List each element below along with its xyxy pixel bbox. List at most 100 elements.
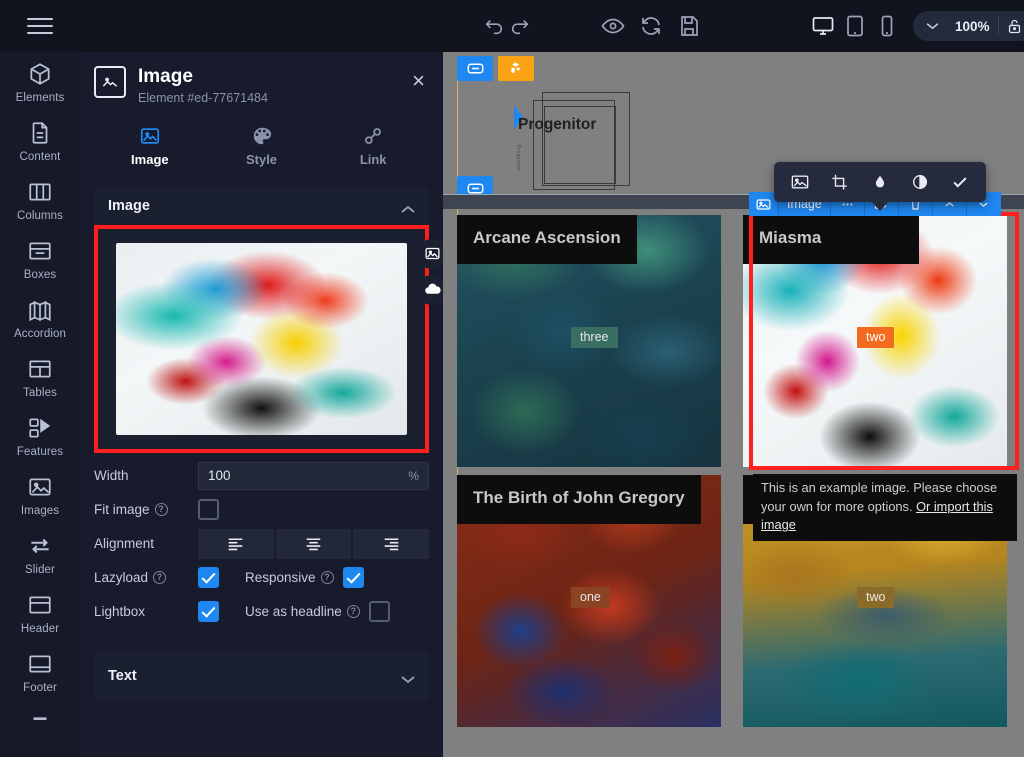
chevron-down-icon[interactable] [917, 17, 947, 35]
section-text-header[interactable]: Text [94, 651, 429, 701]
responsive-label: Responsive [245, 570, 316, 585]
blur-icon[interactable] [860, 162, 900, 202]
sidebar-item-content[interactable]: Content [0, 111, 80, 170]
sidebar-item-accordion[interactable]: Accordion [0, 288, 80, 347]
device-mobile-button[interactable] [875, 0, 899, 52]
responsive-label-group: Responsive ? [245, 570, 334, 585]
close-panel-button[interactable]: × [410, 66, 427, 96]
reload-button[interactable] [639, 0, 663, 52]
sidebar-item-more[interactable] [0, 701, 80, 747]
use-as-headline-checkbox[interactable] [369, 601, 390, 622]
alignment-segmented-control [198, 529, 429, 559]
confirm-check-icon[interactable] [940, 162, 980, 202]
device-tablet-button[interactable] [843, 0, 867, 52]
image-caption: This is an example image. Please choose … [753, 474, 1017, 541]
sidebar-item-boxes[interactable]: Boxes [0, 229, 80, 288]
menu-toggle-button[interactable] [0, 0, 80, 52]
card-birth-of-john-gregory[interactable]: The Birth of John Gregory one [457, 475, 721, 727]
width-unit-label: % [408, 469, 419, 483]
section-text: Text [94, 651, 429, 701]
redo-button[interactable] [509, 0, 531, 52]
help-icon[interactable]: ? [153, 571, 166, 584]
chevron-down-icon [401, 671, 415, 680]
sidebar-item-elements[interactable]: Elements [0, 52, 80, 111]
sidebar-item-features[interactable]: Features [0, 406, 80, 465]
sidebar-item-slider[interactable]: Slider [0, 524, 80, 583]
sidebar-item-footer[interactable]: Footer [0, 642, 80, 701]
element-id-label: Element #ed-77671484 [138, 91, 268, 105]
field-label: Alignment [94, 536, 198, 551]
hero-vertical-text: Progenitor [515, 145, 521, 171]
crop-icon[interactable] [820, 162, 860, 202]
columns-icon [0, 179, 80, 209]
tab-label: Link [360, 152, 387, 167]
sidebar-item-header[interactable]: Header [0, 583, 80, 642]
undo-button[interactable] [483, 0, 505, 52]
responsive-checkbox[interactable] [343, 567, 364, 588]
tab-image[interactable]: Image [94, 119, 206, 179]
image-edit-toolbar [774, 162, 986, 202]
panel-topbar-spacer [80, 0, 443, 52]
chevron-up-icon [401, 201, 415, 210]
card-title: Miasma [743, 215, 919, 264]
lightbox-checkbox[interactable] [198, 601, 219, 622]
card-badge[interactable]: three [571, 327, 618, 348]
table-icon [0, 356, 80, 386]
align-center-button[interactable] [276, 529, 352, 559]
section-image-header[interactable]: Image [94, 187, 429, 225]
section-title: Image [108, 198, 150, 214]
field-label: Lightbox [94, 604, 198, 619]
more-icon [0, 710, 80, 740]
card-badge[interactable]: two [857, 327, 894, 348]
select-image-icon[interactable] [417, 239, 443, 269]
field-fit-image: Fit image ? [94, 493, 429, 527]
use-as-headline-label: Use as headline [245, 604, 342, 619]
device-desktop-button[interactable] [811, 0, 835, 52]
fit-image-checkbox[interactable] [198, 499, 219, 520]
canvas-toolbar: 100% [443, 0, 1024, 52]
image-preview-selected-box[interactable] [94, 225, 429, 453]
sidebar-item-columns[interactable]: Columns [0, 170, 80, 229]
image-icon[interactable] [780, 162, 820, 202]
sidebar-item-label: Header [0, 623, 80, 635]
unlock-icon[interactable] [999, 18, 1024, 35]
help-icon[interactable]: ? [155, 503, 168, 516]
image-preview-wrapper [80, 225, 443, 453]
image-preview[interactable] [116, 243, 407, 435]
preview-button[interactable] [601, 0, 625, 52]
align-right-button[interactable] [353, 529, 429, 559]
panel-header: Image Element #ed-77671484 × [80, 52, 443, 105]
document-icon [0, 120, 80, 150]
layout-tag[interactable] [498, 56, 534, 81]
card-badge[interactable]: two [857, 587, 894, 608]
sidebar-item-label: Images [0, 505, 80, 517]
card-badge[interactable]: one [571, 587, 610, 608]
sidebar-item-images[interactable]: Images [0, 465, 80, 524]
width-input-wrapper[interactable]: % [198, 462, 429, 490]
lazyload-checkbox[interactable] [198, 567, 219, 588]
sidebar-item-tables[interactable]: Tables [0, 347, 80, 406]
align-left-button[interactable] [198, 529, 274, 559]
left-sidebar: Elements Content Columns Boxes Accordion… [0, 0, 80, 757]
tab-link[interactable]: Link [317, 119, 429, 179]
help-icon[interactable]: ? [347, 605, 360, 618]
accordion-icon [0, 297, 80, 327]
hamburger-icon [27, 18, 53, 34]
tab-label: Style [246, 152, 277, 167]
save-button[interactable] [677, 0, 701, 52]
field-label: Fit image ? [94, 502, 198, 517]
help-icon[interactable]: ? [321, 571, 334, 584]
card-miasma[interactable]: Miasma two [743, 215, 1007, 467]
upload-image-icon[interactable] [417, 275, 443, 305]
width-input[interactable] [208, 468, 408, 483]
card-title: The Birth of John Gregory [457, 475, 701, 524]
sidebar-item-label: Columns [0, 210, 80, 222]
slider-icon [0, 533, 80, 563]
contrast-icon[interactable] [900, 162, 940, 202]
link-icon [317, 125, 429, 151]
sidebar-item-label: Footer [0, 682, 80, 694]
section-tag-top[interactable] [457, 56, 493, 81]
section-image: Image [94, 187, 429, 225]
card-arcane-ascension[interactable]: Arcane Ascension three [457, 215, 721, 467]
tab-style[interactable]: Style [206, 119, 318, 179]
